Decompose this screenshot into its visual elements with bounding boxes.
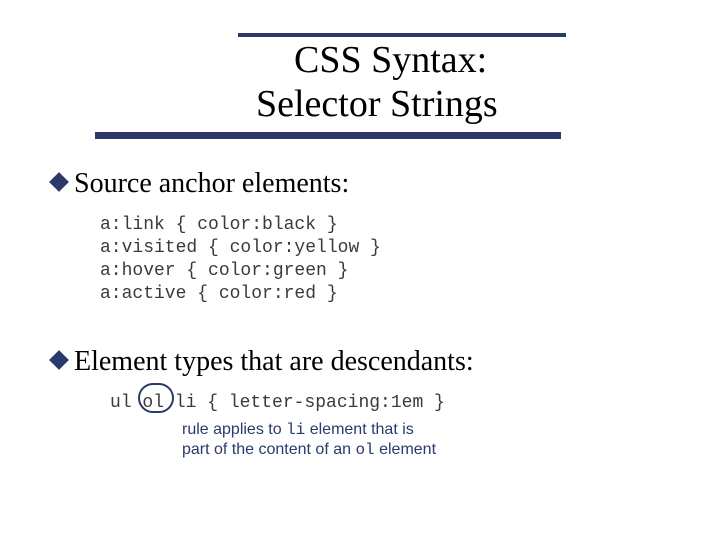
- annotation-code-ol: ol: [355, 441, 374, 459]
- code-line: a:link { color:black }: [100, 214, 381, 237]
- annotation-text: rule applies to li element that is part …: [182, 420, 436, 460]
- code-example-anchors: a:link { color:black } a:visited { color…: [100, 214, 381, 306]
- title-line-2: Selector Strings: [238, 82, 660, 126]
- title-rule-top: [238, 33, 566, 37]
- bullet-2-text: Element types that are descendants:: [74, 346, 474, 377]
- title-rule-bottom: [95, 132, 561, 139]
- annotation-code-li: li: [286, 421, 305, 439]
- code-line: a:visited { color:yellow }: [100, 237, 381, 260]
- diamond-icon: [49, 172, 69, 192]
- annotation-text-part: element: [375, 441, 436, 458]
- bullet-1-text: Source anchor elements:: [74, 168, 349, 199]
- bullet-1: Source anchor elements:: [52, 168, 349, 200]
- title-line-1: CSS Syntax:: [238, 38, 660, 82]
- code-line: a:active { color:red }: [100, 283, 381, 306]
- annotation-text-part: element that is: [305, 421, 414, 438]
- bullet-2: Element types that are descendants:: [52, 346, 474, 378]
- code-example-descendant: ul ol li { letter-spacing:1em }: [110, 393, 445, 413]
- slide-title: CSS Syntax: Selector Strings: [238, 38, 660, 126]
- annotation-line-1: rule applies to li element that is: [182, 420, 436, 440]
- annotation-line-2: part of the content of an ol element: [182, 440, 436, 460]
- diamond-icon: [49, 350, 69, 370]
- annotation-text-part: rule applies to: [182, 421, 286, 438]
- code-line: a:hover { color:green }: [100, 260, 381, 283]
- annotation-text-part: part of the content of an: [182, 441, 355, 458]
